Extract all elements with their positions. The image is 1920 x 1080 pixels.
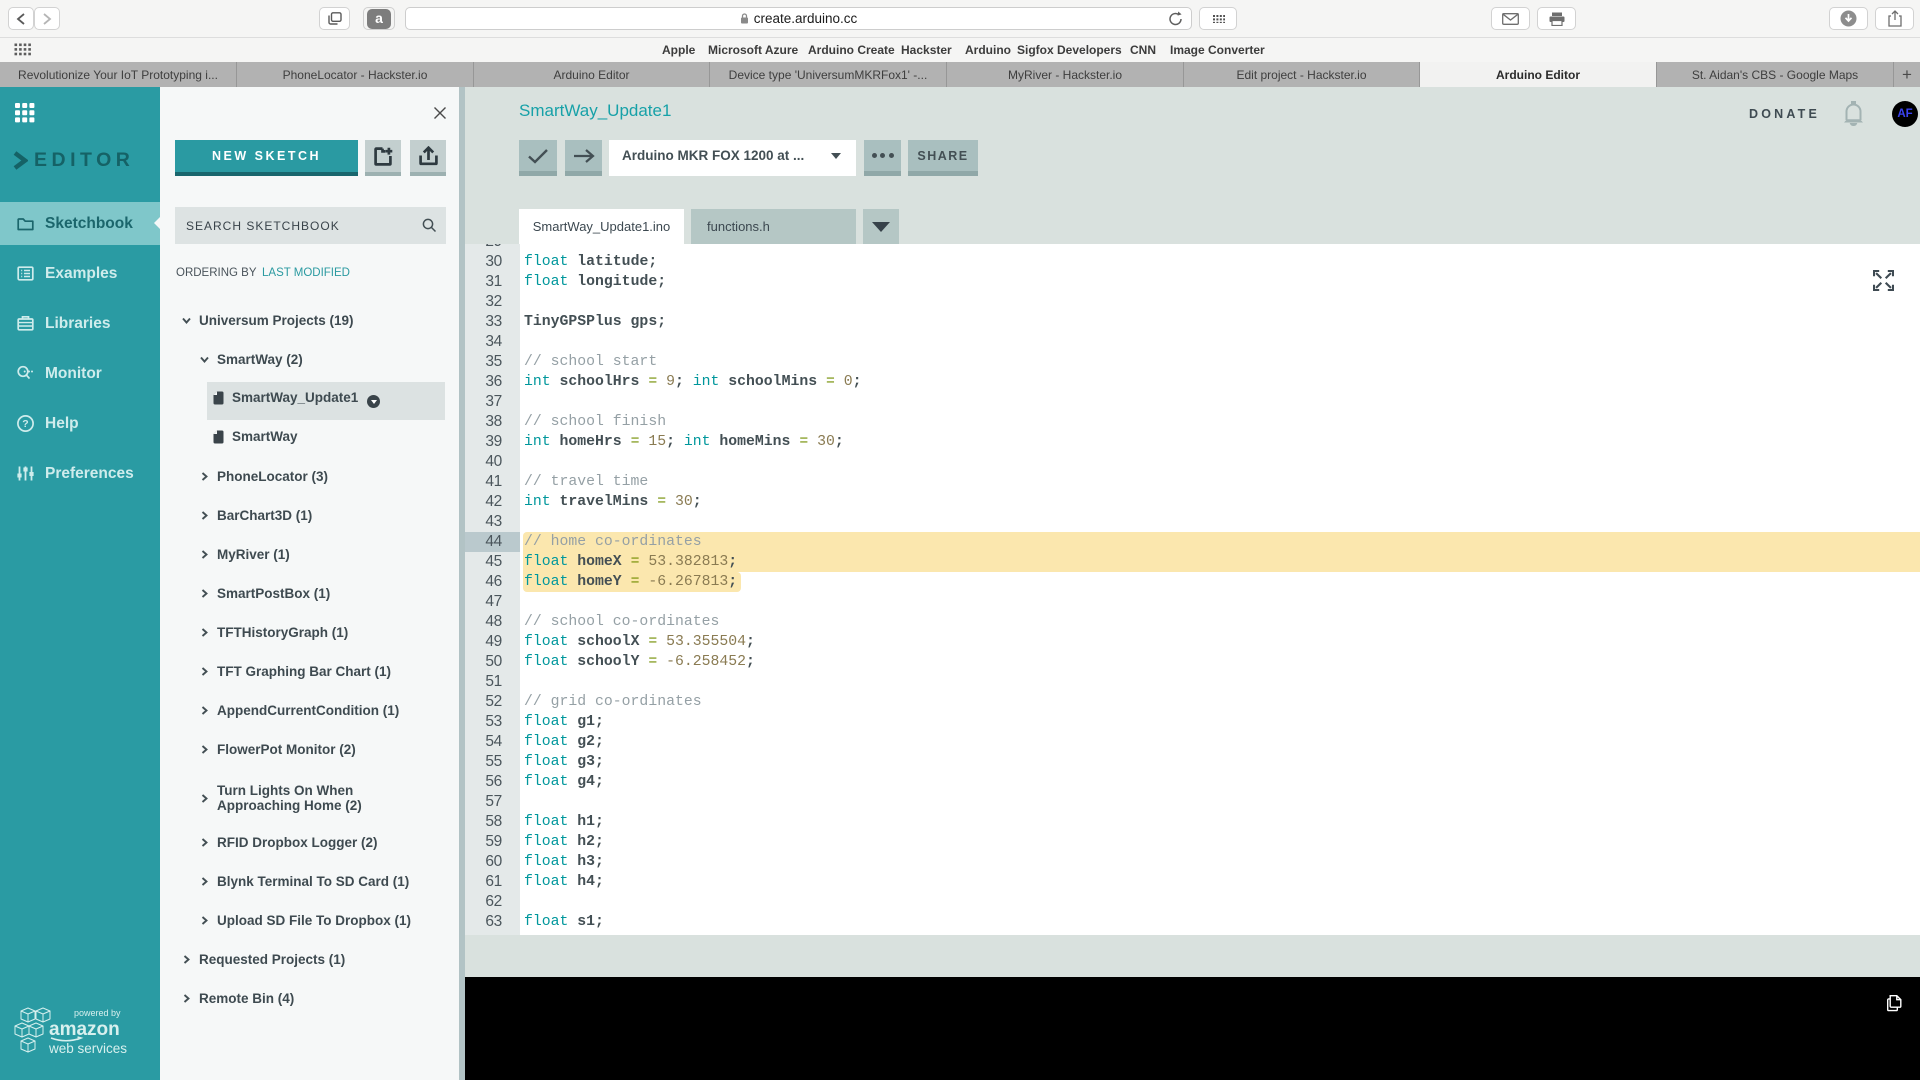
svg-text:powered by: powered by [74, 1008, 121, 1018]
svg-text:web services: web services [48, 1041, 127, 1056]
svg-text:amazon: amazon [49, 1019, 120, 1040]
svg-text:?: ? [22, 418, 28, 430]
